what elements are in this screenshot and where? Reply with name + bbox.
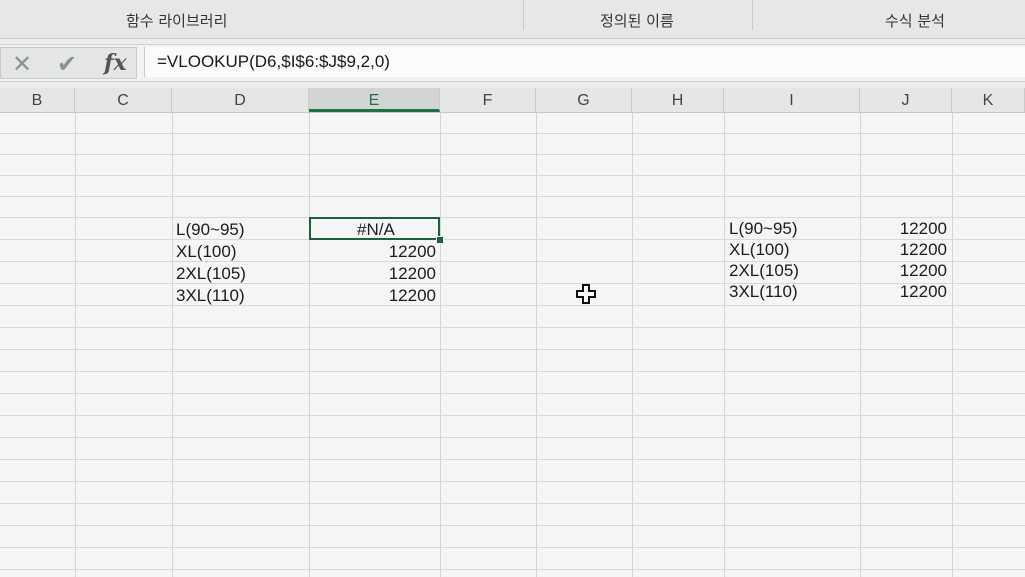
grid-line: [0, 415, 1025, 416]
check-icon[interactable]: ✔: [57, 50, 77, 79]
ribbon-separator: [523, 0, 524, 30]
grid-line: [0, 437, 1025, 438]
cell-j9[interactable]: 12200: [860, 282, 947, 302]
grid-line: [0, 217, 1025, 218]
formula-bar: ✕ ✔ fx =VLOOKUP(D6,$I$6:$J$9,2,0): [0, 44, 1025, 82]
grid-line: [0, 503, 1025, 504]
grid-line: [0, 525, 1025, 526]
column-headers: B C D E F G H I J K: [0, 88, 1025, 113]
grid-line: [75, 113, 76, 577]
grid-line: [536, 113, 537, 577]
active-cell-border: [309, 217, 440, 240]
column-header-i[interactable]: I: [724, 88, 860, 112]
ribbon: 함수 라이브러리 정의된 이름 수식 분석: [0, 0, 1025, 39]
cell-d9[interactable]: 3XL(110): [176, 286, 245, 306]
grid-line: [0, 327, 1025, 328]
column-header-g[interactable]: G: [536, 88, 632, 112]
column-header-c[interactable]: C: [75, 88, 172, 112]
grid-line: [632, 113, 633, 577]
grid-line: [0, 305, 1025, 306]
column-header-k[interactable]: K: [952, 88, 1025, 112]
grid-line: [309, 113, 310, 577]
cell-j6[interactable]: 12200: [860, 219, 947, 239]
grid-line: [0, 393, 1025, 394]
grid-line: [0, 133, 1025, 134]
ribbon-separator: [752, 0, 753, 30]
column-header-e[interactable]: E: [309, 88, 440, 112]
cross-cursor-icon: [576, 284, 596, 304]
grid-line: [724, 113, 725, 577]
grid-line: [0, 349, 1025, 350]
ribbon-group-defined-names[interactable]: 정의된 이름: [600, 10, 674, 31]
grid-line: [0, 547, 1025, 548]
grid-line: [0, 154, 1025, 155]
grid-line: [172, 113, 173, 577]
cell-d8[interactable]: 2XL(105): [176, 264, 246, 284]
cell-e8[interactable]: 12200: [309, 264, 436, 284]
worksheet-grid[interactable]: L(90~95) XL(100) 2XL(105) 3XL(110) #N/A …: [0, 113, 1025, 577]
cell-j7[interactable]: 12200: [860, 240, 947, 260]
grid-line: [0, 481, 1025, 482]
column-header-d[interactable]: D: [172, 88, 309, 112]
grid-line: [440, 113, 441, 577]
grid-line: [0, 196, 1025, 197]
cell-i8[interactable]: 2XL(105): [729, 261, 799, 281]
cell-i9[interactable]: 3XL(110): [729, 282, 798, 302]
formula-text: =VLOOKUP(D6,$I$6:$J$9,2,0): [157, 52, 390, 71]
cell-e9[interactable]: 12200: [309, 286, 436, 306]
cell-i7[interactable]: XL(100): [729, 240, 789, 260]
grid-line: [0, 175, 1025, 176]
fill-handle[interactable]: [436, 236, 444, 244]
grid-line: [0, 569, 1025, 570]
cell-i6[interactable]: L(90~95): [729, 219, 798, 239]
grid-line: [860, 113, 861, 577]
ribbon-group-formula-auditing[interactable]: 수식 분석: [885, 10, 945, 31]
column-header-f[interactable]: F: [440, 88, 536, 112]
insert-function-button[interactable]: fx: [104, 50, 127, 76]
cell-j8[interactable]: 12200: [860, 261, 947, 281]
grid-line: [0, 371, 1025, 372]
grid-line: [0, 459, 1025, 460]
cell-d6[interactable]: L(90~95): [176, 220, 245, 240]
formula-input[interactable]: =VLOOKUP(D6,$I$6:$J$9,2,0): [144, 47, 1025, 77]
column-header-b[interactable]: B: [0, 88, 75, 112]
column-header-h[interactable]: H: [632, 88, 724, 112]
cell-e7[interactable]: 12200: [309, 242, 436, 262]
close-icon[interactable]: ✕: [12, 50, 32, 79]
formula-bar-buttons: ✕ ✔ fx: [0, 47, 137, 79]
ribbon-group-function-library[interactable]: 함수 라이브러리: [126, 10, 227, 31]
column-header-j[interactable]: J: [860, 88, 952, 112]
grid-line: [952, 113, 953, 577]
cell-d7[interactable]: XL(100): [176, 242, 236, 262]
